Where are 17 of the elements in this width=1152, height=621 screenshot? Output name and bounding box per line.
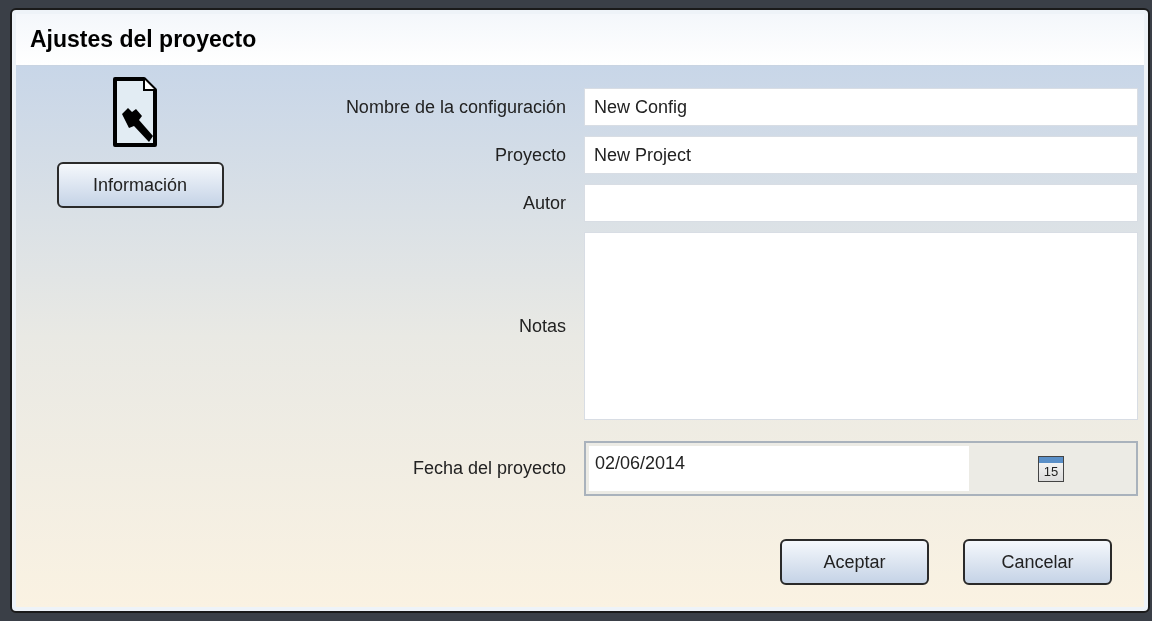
field-label: Autor (521, 191, 567, 215)
cancel-button[interactable]: Cancelar (963, 539, 1112, 585)
date-picker[interactable]: 02/06/2014 15 (584, 441, 1138, 496)
text-field[interactable]: New Config (584, 88, 1138, 126)
notes-field[interactable] (584, 232, 1138, 420)
accept-button[interactable]: Aceptar (780, 539, 929, 585)
text-field[interactable] (584, 184, 1138, 222)
field-label: Notas (517, 314, 567, 338)
date-field[interactable]: 02/06/2014 (589, 446, 969, 491)
field-label: Proyecto (493, 143, 567, 167)
information-button[interactable]: Información (56, 162, 224, 208)
field-label: Fecha del proyecto (411, 457, 567, 480)
text-field[interactable]: New Project (584, 136, 1138, 174)
window-title: Ajustes del proyecto (30, 25, 257, 55)
document-wrench-icon (112, 76, 158, 148)
field-label: Nombre de la configuración (344, 95, 567, 119)
calendar-button[interactable]: 15 (1038, 455, 1064, 482)
